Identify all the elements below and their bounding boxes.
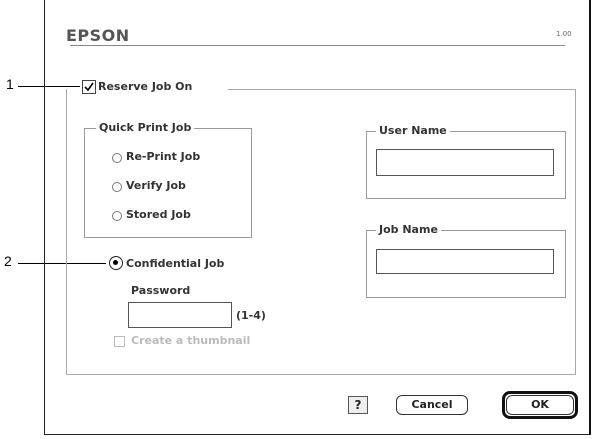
verify-job-label[interactable]: Verify Job: [126, 179, 186, 192]
title-divider: [70, 45, 565, 46]
quick-print-title: Quick Print Job: [96, 121, 195, 134]
help-button[interactable]: ?: [348, 396, 368, 414]
reserve-job-label[interactable]: Reserve Job On: [98, 80, 192, 93]
verify-job-radio[interactable]: [112, 182, 122, 192]
reserve-group-bottom-rule: [66, 374, 576, 375]
reserve-group-left-rule: [66, 89, 67, 374]
ok-button[interactable]: OK: [506, 395, 574, 415]
user-name-title: User Name: [376, 124, 450, 137]
reprint-job-label[interactable]: Re-Print Job: [126, 150, 200, 163]
stored-job-radio[interactable]: [112, 211, 122, 221]
checkmark-icon: [84, 82, 94, 92]
create-thumbnail-checkbox[interactable]: [114, 336, 125, 347]
create-thumbnail-label[interactable]: Create a thumbnail: [131, 334, 250, 347]
confidential-job-radio[interactable]: [109, 256, 123, 270]
version-label: 1.00: [556, 30, 572, 38]
stored-job-label[interactable]: Stored Job: [126, 208, 191, 221]
callout-2: 2: [4, 253, 12, 269]
password-label: Password: [131, 284, 191, 297]
reprint-job-radio[interactable]: [112, 153, 122, 163]
reserve-group-right-rule: [575, 89, 576, 374]
password-input[interactable]: [128, 302, 232, 328]
reserve-group-top-rule: [228, 89, 576, 90]
cancel-button[interactable]: Cancel: [396, 395, 468, 415]
confidential-job-label[interactable]: Confidential Job: [126, 257, 224, 270]
job-name-input[interactable]: [376, 249, 554, 274]
job-name-title: Job Name: [376, 223, 441, 236]
password-hint: (1-4): [236, 309, 266, 322]
brand-title: EPSON: [66, 26, 130, 45]
user-name-input[interactable]: [376, 149, 554, 176]
reserve-job-checkbox[interactable]: [82, 80, 96, 94]
callout-1: 1: [6, 76, 14, 92]
